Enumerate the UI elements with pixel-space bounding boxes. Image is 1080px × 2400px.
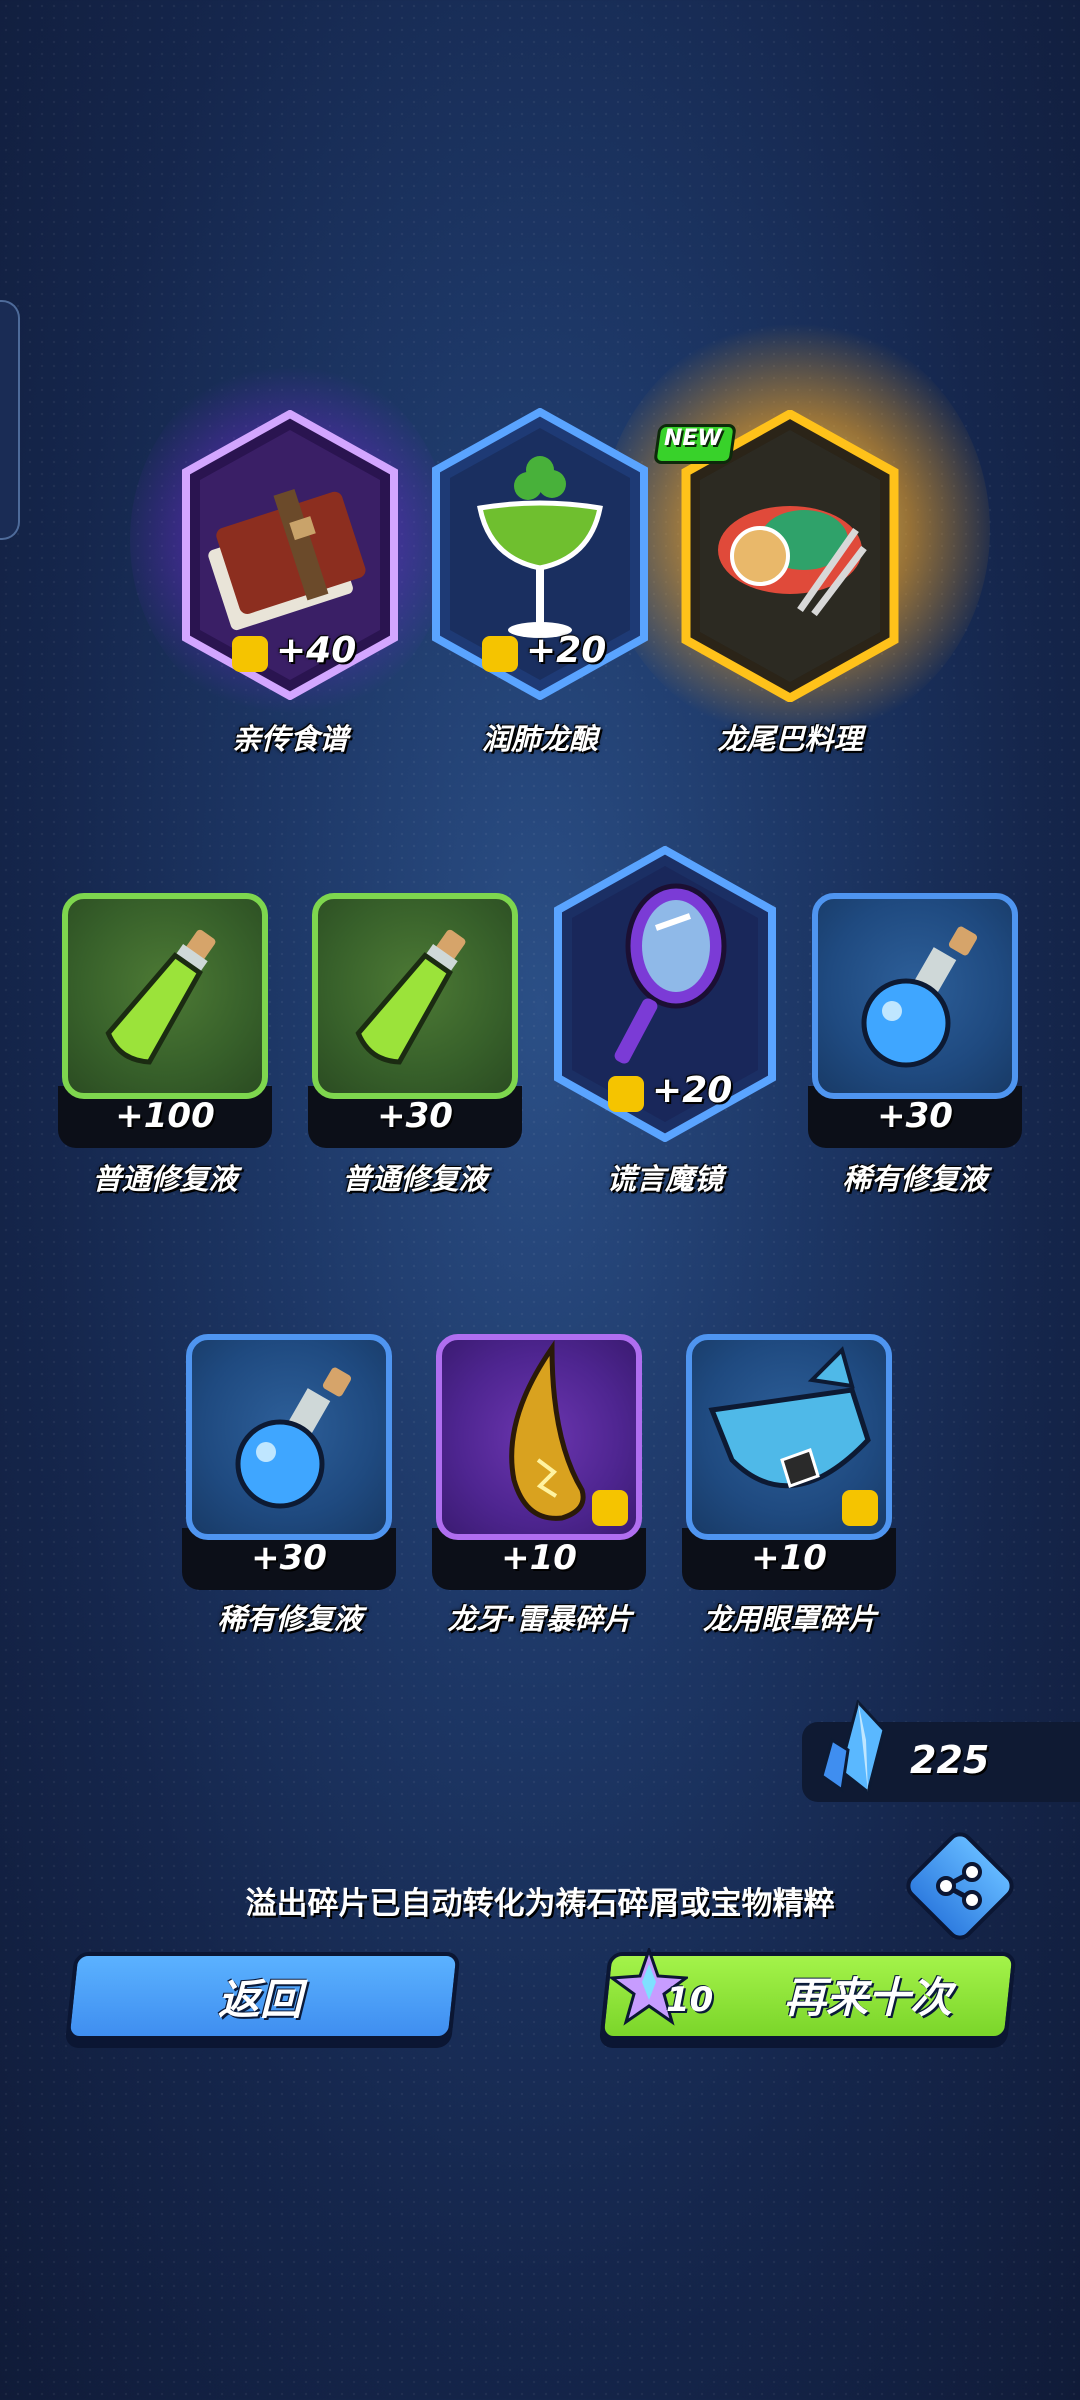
background-texture [0,0,1080,2400]
item-amount: +10 [751,1538,827,1578]
item-name: 普通修复液 [92,1162,238,1196]
puzzle-icon [482,636,518,672]
puzzle-icon [842,1490,878,1526]
item-name: 龙用眼罩碎片 [702,1602,877,1636]
featured-amount-1: +40 [276,630,357,671]
featured-name-1: 亲传食谱 [231,722,348,756]
item-name: 稀有修复液 [842,1162,988,1196]
puzzle-icon [608,1076,644,1112]
item-name: 稀有修复液 [217,1602,363,1636]
side-drawer-tab[interactable] [0,300,20,540]
item-amount: +30 [377,1096,453,1136]
overflow-notice: 溢出碎片已自动转化为祷石碎屑或宝物精粹 [245,1886,835,1922]
item-name: 龙牙·雷暴碎片 [447,1602,633,1636]
item-amount: +10 [501,1538,577,1578]
item-name: 普通修复液 [342,1162,488,1196]
share-icon [936,1862,982,1910]
blue-potion-icon [235,1367,352,1509]
green-potion-icon [105,929,216,1065]
pull-ten-label: 再来十次 [784,1973,953,2022]
pull-ten-cost: 10 [666,1980,714,2020]
crystal-icon [820,1700,886,1795]
item-amount: +20 [652,1070,733,1111]
puzzle-icon [232,636,268,672]
puzzle-icon [592,1490,628,1526]
featured-name-3: 龙尾巴料理 [717,722,863,756]
item-name: 谎言魔镜 [606,1162,723,1196]
currency-value: 225 [910,1738,990,1782]
item-amount: +30 [251,1538,327,1578]
item-amount: +30 [877,1096,953,1136]
new-badge-label: NEW [664,426,722,451]
item-card-normal-potion-2[interactable] [312,893,518,1099]
blue-potion-icon [861,926,978,1068]
item-card-rare-potion-1[interactable] [812,893,1018,1099]
green-potion-icon [355,929,466,1065]
item-card-normal-potion-1[interactable] [62,893,268,1099]
item-amount: +100 [115,1096,215,1136]
featured-name-2: 润肺龙酿 [481,722,598,756]
back-button-label: 返回 [218,1975,303,2024]
featured-amount-2: +20 [526,630,607,671]
item-card-rare-potion-2[interactable] [186,1334,392,1540]
